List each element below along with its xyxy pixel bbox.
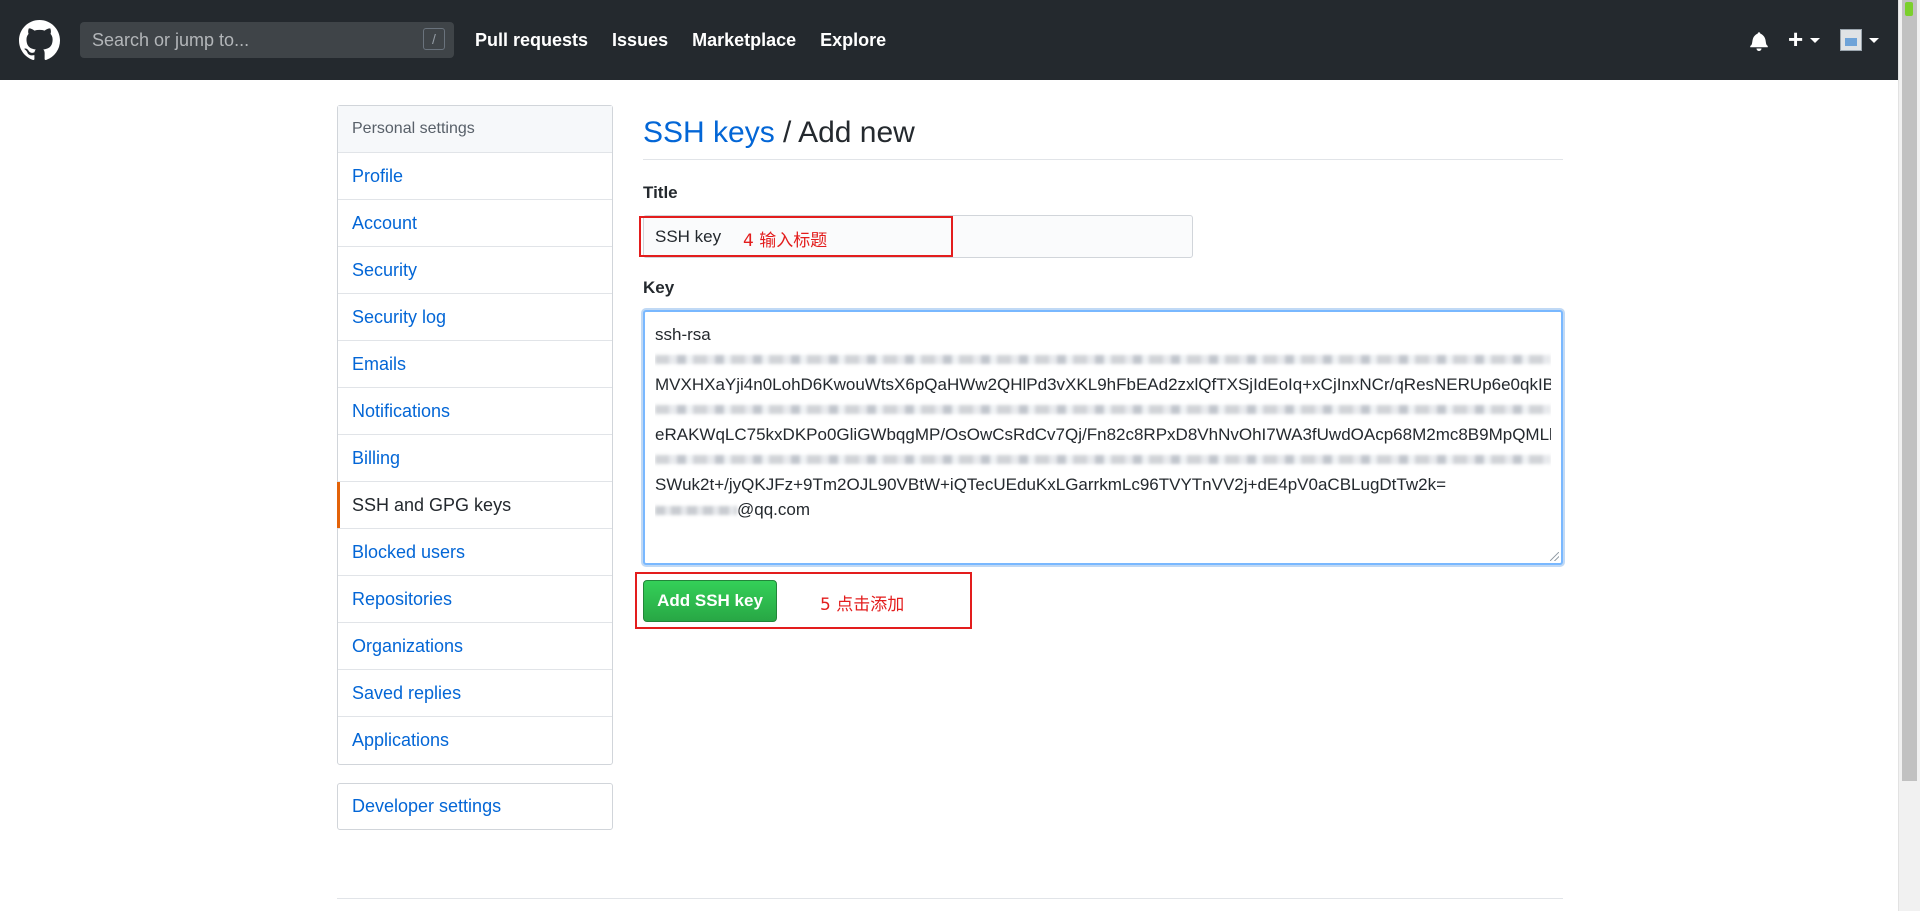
email-suffix: @qq.com bbox=[737, 500, 811, 519]
sidebar-item-organizations[interactable]: Organizations bbox=[338, 623, 612, 670]
sidebar-item-blocked-users[interactable]: Blocked users bbox=[338, 529, 612, 576]
header-nav: Pull requests Issues Marketplace Explore bbox=[475, 0, 910, 80]
notifications-bell-icon[interactable] bbox=[1750, 31, 1768, 51]
key-line-type: ssh-rsa bbox=[655, 325, 711, 344]
sidebar-item-security-log[interactable]: Security log bbox=[338, 294, 612, 341]
key-line-redacted bbox=[655, 447, 1551, 472]
key-textarea[interactable]: ssh-rsa MVXHXaYji4n0LohD6KwouWtsX6pQaHWw… bbox=[643, 310, 1563, 565]
sidebar-item-saved-replies[interactable]: Saved replies bbox=[338, 670, 612, 717]
sidebar-heading: Personal settings bbox=[338, 106, 612, 153]
sidebar-item-notifications[interactable]: Notifications bbox=[338, 388, 612, 435]
nav-pull-requests[interactable]: Pull requests bbox=[475, 30, 588, 51]
sidebar-item-billing[interactable]: Billing bbox=[338, 435, 612, 482]
title-divider bbox=[643, 159, 1563, 160]
top-navbar: / Pull requests Issues Marketplace Explo… bbox=[0, 0, 1898, 80]
title-field-label: Title bbox=[643, 183, 678, 202]
breadcrumb-separator: / bbox=[774, 116, 799, 149]
email-redacted bbox=[655, 506, 737, 516]
github-logo-icon[interactable] bbox=[19, 20, 60, 61]
sidebar-item-security[interactable]: Security bbox=[338, 247, 612, 294]
key-line: MVXHXaYji4n0LohD6KwouWtsX6pQaHWw2QHlPd3v… bbox=[655, 375, 1551, 394]
create-dropdown-chevron-icon[interactable] bbox=[1810, 38, 1820, 43]
sidebar-item-account[interactable]: Account bbox=[338, 200, 612, 247]
textarea-resize-handle[interactable] bbox=[1550, 552, 1559, 561]
nav-issues[interactable]: Issues bbox=[612, 30, 668, 51]
search-shortcut-key: / bbox=[423, 28, 445, 50]
page-scrollbar[interactable] bbox=[1898, 0, 1920, 911]
breadcrumb-ssh-keys-link[interactable]: SSH keys bbox=[643, 116, 775, 149]
sidebar-item-profile[interactable]: Profile bbox=[338, 153, 612, 200]
annotation-box-button bbox=[635, 572, 972, 629]
nav-marketplace[interactable]: Marketplace bbox=[692, 30, 796, 51]
search-input[interactable] bbox=[90, 28, 414, 52]
key-line: SWuk2t+/jyQKJFz+9Tm2OJL90VBtW+iQTecUEduK… bbox=[655, 475, 1446, 494]
create-new-plus-icon[interactable]: + bbox=[1788, 26, 1803, 52]
key-line-redacted bbox=[655, 347, 1551, 372]
annotation-step5: 5 点击添加 bbox=[820, 595, 905, 615]
nav-explore[interactable]: Explore bbox=[820, 30, 886, 51]
settings-sidebar: Personal settings Profile Account Securi… bbox=[337, 105, 613, 765]
scrollbar-thumb[interactable] bbox=[1902, 0, 1917, 781]
sidebar-item-applications[interactable]: Applications bbox=[338, 717, 612, 764]
scrollbar-marker bbox=[1905, 2, 1913, 16]
breadcrumb-current: Add new bbox=[798, 116, 915, 149]
avatar-image-icon bbox=[1845, 38, 1857, 46]
sidebar-item-ssh-gpg-keys[interactable]: SSH and GPG keys bbox=[337, 482, 612, 529]
annotation-step4: 4 输入标题 bbox=[743, 231, 828, 251]
sidebar-item-emails[interactable]: Emails bbox=[338, 341, 612, 388]
key-field-label: Key bbox=[643, 278, 675, 297]
key-line-redacted bbox=[655, 397, 1551, 422]
footer-divider bbox=[337, 898, 1563, 899]
avatar[interactable] bbox=[1840, 29, 1862, 51]
sidebar-item-repositories[interactable]: Repositories bbox=[338, 576, 612, 623]
search-box[interactable]: / bbox=[80, 22, 454, 58]
main-content: SSH keys / Add new Title Key ssh-rsa MVX… bbox=[643, 105, 1563, 622]
key-line: eRAKWqLC75kxDKPo0GliGWbqgMP/OsOwCsRdCv7Q… bbox=[655, 425, 1551, 444]
page-title: SSH keys / Add new bbox=[643, 111, 1563, 155]
sidebar-item-developer-settings[interactable]: Developer settings bbox=[337, 783, 613, 830]
key-line-email: @qq.com bbox=[655, 497, 1551, 522]
user-menu-chevron-icon[interactable] bbox=[1869, 38, 1879, 43]
